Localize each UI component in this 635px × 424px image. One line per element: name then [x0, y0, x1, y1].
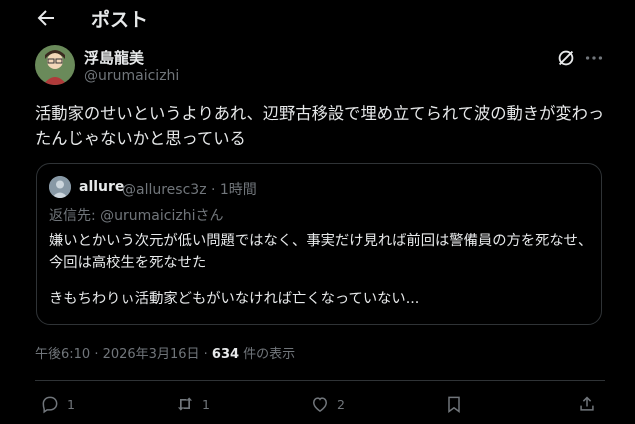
- post-timestamp[interactable]: 午後6:10 · 2026年3月16日: [35, 347, 200, 362]
- author-avatar[interactable]: [35, 45, 75, 85]
- repost-count: 1: [202, 396, 210, 412]
- share-icon: [580, 396, 594, 411]
- divider: [35, 380, 605, 381]
- quoted-author-avatar: [49, 176, 71, 198]
- default-avatar-icon: [49, 176, 71, 198]
- quoted-text-line-2: きもちわりぃ活動家どもがいなければ亡くなっていない...: [49, 291, 420, 307]
- views-label: 件の表示: [239, 347, 296, 362]
- repost-button[interactable]: 1: [175, 393, 210, 415]
- heart-icon: [312, 397, 328, 412]
- quoted-post[interactable]: allure @alluresc3z · 1時間 返信先: @urumaiciz…: [36, 163, 602, 325]
- quoted-post-text: 嫌いとかいう次元が低い問題ではなく、事実だけ見れば前回は警備員の方を死なせ、今回…: [49, 230, 594, 310]
- reply-button[interactable]: 1: [40, 393, 75, 415]
- more-options-button[interactable]: [583, 47, 605, 69]
- views-count: 634: [211, 347, 240, 362]
- arrow-left-icon: [37, 10, 54, 26]
- reply-suffix: さん: [195, 208, 224, 224]
- meta-separator: ·: [199, 347, 212, 362]
- bookmark-button[interactable]: [444, 393, 464, 415]
- quoted-text-line-1: 嫌いとかいう次元が低い問題ではなく、事実だけ見れば前回は警備員の方を死なせ、今回…: [49, 233, 593, 271]
- grok-icon: [558, 50, 574, 66]
- page-title: ポスト: [91, 9, 149, 31]
- more-dots-icon: [585, 56, 603, 60]
- author-display-name[interactable]: 浮島龍美: [84, 47, 144, 68]
- bookmark-icon: [448, 396, 460, 413]
- like-button[interactable]: 2: [310, 393, 345, 415]
- repost-icon: [177, 397, 193, 411]
- post-text: 活動家のせいというよりあれ、辺野古移設で埋め立てられて波の動きが変わったんじゃな…: [35, 104, 605, 148]
- quoted-author-meta: @alluresc3z · 1時間: [122, 182, 257, 198]
- quoted-author-name: allure: [79, 179, 125, 195]
- avatar-illustration: [35, 45, 75, 85]
- grok-button[interactable]: [555, 47, 577, 69]
- back-button[interactable]: [34, 6, 58, 30]
- author-handle[interactable]: @urumaicizhi: [84, 68, 179, 84]
- top-bar: ポスト: [0, 0, 635, 36]
- reply-count: 1: [67, 396, 75, 412]
- quoted-reply-context: 返信先: @urumaicizhiさん: [49, 205, 223, 225]
- reply-prefix: 返信先:: [49, 208, 101, 224]
- share-button[interactable]: [577, 393, 597, 415]
- reply-icon: [42, 396, 58, 414]
- post-metadata: 午後6:10 · 2026年3月16日 · 634 件の表示: [35, 343, 295, 362]
- reply-mention: @urumaicizhi: [100, 208, 196, 224]
- like-count: 2: [337, 396, 345, 412]
